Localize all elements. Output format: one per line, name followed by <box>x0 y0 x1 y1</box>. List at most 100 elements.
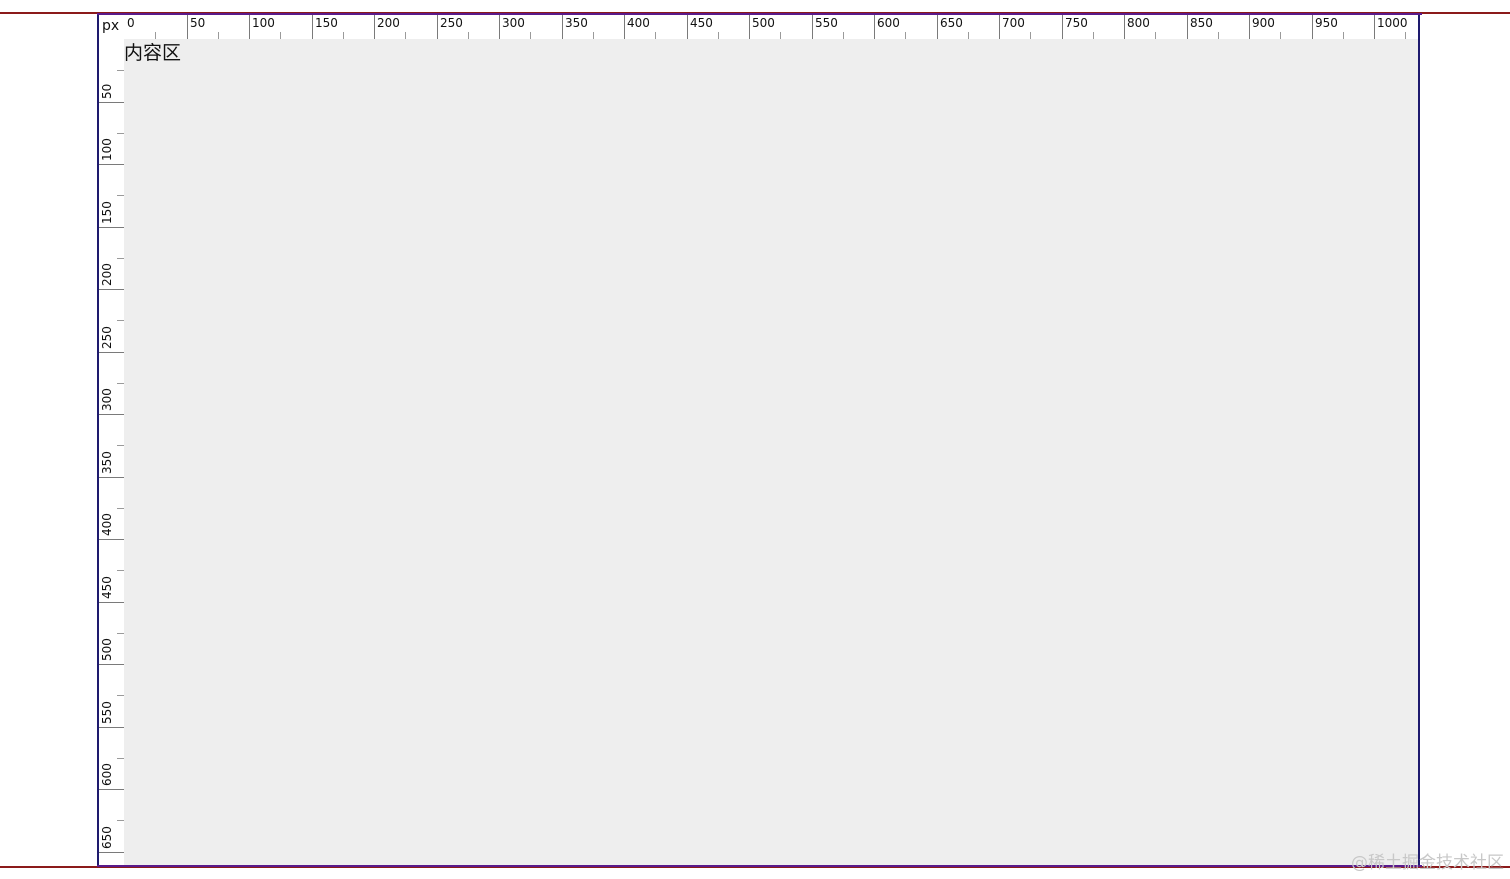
ruler-top-major-tick <box>312 15 313 39</box>
ruler-left-label: 250 <box>100 326 114 349</box>
container-bottom-border <box>97 865 1422 867</box>
ruler-left-label: 350 <box>100 451 114 474</box>
ruler-top-major-tick <box>874 15 875 39</box>
ruler-top-minor-tick <box>1405 32 1406 39</box>
ruler-top-label: 300 <box>502 16 525 30</box>
ruler-top-minor-tick <box>968 32 969 39</box>
ruler-top-label: 400 <box>627 16 650 30</box>
ruler-top-minor-tick <box>530 32 531 39</box>
ruler-left-minor-tick <box>117 258 124 259</box>
ruler-top-minor-tick <box>905 32 906 39</box>
ruler-left-major-tick <box>99 414 124 415</box>
ruler-top-major-tick <box>1374 15 1375 39</box>
ruler-left-major-tick <box>99 352 124 353</box>
ruler-top-minor-tick <box>843 32 844 39</box>
ruler-left-label: 100 <box>100 138 114 161</box>
ruler-top-major-tick <box>999 15 1000 39</box>
ruler-left-major-tick <box>99 477 124 478</box>
ruler-top-label: 0 <box>127 16 135 30</box>
ruler-left-minor-tick <box>117 320 124 321</box>
ruler-top-minor-tick <box>1218 32 1219 39</box>
ruler-top-label: 900 <box>1252 16 1275 30</box>
ruler-top-label: 100 <box>252 16 275 30</box>
ruler-left-label: 150 <box>100 201 114 224</box>
content-area-label: 内容区 <box>124 42 182 64</box>
ruler-left-major-tick <box>99 227 124 228</box>
ruler-left-major-tick <box>99 539 124 540</box>
ruler-top-label: 500 <box>752 16 775 30</box>
ruler-left-major-tick <box>99 664 124 665</box>
ruler-top-major-tick <box>1062 15 1063 39</box>
ruler-top-major-tick <box>687 15 688 39</box>
ruler-corner: px <box>99 15 124 39</box>
ruler-left-minor-tick <box>117 195 124 196</box>
ruler-left-label: 500 <box>100 638 114 661</box>
ruler-top-label: 200 <box>377 16 400 30</box>
ruler-left-major-tick <box>99 602 124 603</box>
ruler-top-label: 1000 <box>1377 16 1408 30</box>
ruler-unit-label: px <box>102 18 120 34</box>
horizontal-ruler: 0 50 100 150 200 250 300 350 400 450 500 550 600 650 7… <box>124 15 1418 39</box>
ruler-top-minor-tick <box>1093 32 1094 39</box>
ruler-top-minor-tick <box>1280 32 1281 39</box>
canvas: px 0 50 100 150 200 250 300 350 400 450 500 550 600 6… <box>0 0 1510 879</box>
ruler-top-minor-tick <box>655 32 656 39</box>
ruler-left-minor-tick <box>117 445 124 446</box>
ruler-top-minor-tick <box>405 32 406 39</box>
ruler-top-label: 850 <box>1190 16 1213 30</box>
ruler-left-major-tick <box>99 164 124 165</box>
ruler-top-label: 350 <box>565 16 588 30</box>
ruler-top-label: 50 <box>190 16 206 30</box>
ruler-top-major-tick <box>437 15 438 39</box>
ruler-left-label: 650 <box>100 826 114 849</box>
ruler-top-minor-tick <box>1343 32 1344 39</box>
ruler-top-major-tick <box>749 15 750 39</box>
ruler-left-label: 550 <box>100 701 114 724</box>
ruler-top-label: 700 <box>1002 16 1025 30</box>
ruler-left-major-tick <box>99 727 124 728</box>
ruler-top-major-tick <box>937 15 938 39</box>
content-area: 内容区 <box>124 39 1418 865</box>
ruler-top-major-tick <box>187 15 188 39</box>
ruler-left-minor-tick <box>117 820 124 821</box>
ruler-top-major-tick <box>499 15 500 39</box>
ruler-left-minor-tick <box>117 695 124 696</box>
ruler-left-minor-tick <box>117 133 124 134</box>
ruler-left-major-tick <box>99 789 124 790</box>
ruler-left-minor-tick <box>117 570 124 571</box>
ruler-top-major-tick <box>1249 15 1250 39</box>
ruler-top-major-tick <box>624 15 625 39</box>
ruler-top-label: 950 <box>1315 16 1338 30</box>
ruler-left-major-tick <box>99 852 124 853</box>
container-right-border <box>1418 13 1420 867</box>
ruler-top-label: 650 <box>940 16 963 30</box>
ruler-top-minor-tick <box>593 32 594 39</box>
ruler-top-major-tick <box>1124 15 1125 39</box>
watermark: @稀土掘金技术社区 <box>1351 853 1504 873</box>
ruler-left-label: 450 <box>100 576 114 599</box>
ruler-top-label: 750 <box>1065 16 1088 30</box>
ruler-top-major-tick <box>249 15 250 39</box>
ruler-top-minor-tick <box>343 32 344 39</box>
ruler-top-major-tick <box>374 15 375 39</box>
vertical-ruler: 50 100 150 200 250 300 350 400 450 500 550 600 650 <box>99 39 124 865</box>
ruler-top-minor-tick <box>468 32 469 39</box>
ruler-top-minor-tick <box>280 32 281 39</box>
ruler-top-major-tick <box>812 15 813 39</box>
ruler-left-major-tick <box>99 102 124 103</box>
ruler-left-label: 50 <box>100 83 114 99</box>
ruler-top-label: 800 <box>1127 16 1150 30</box>
ruler-top-major-tick <box>1187 15 1188 39</box>
ruler-left-label: 200 <box>100 263 114 286</box>
ruler-left-minor-tick <box>117 383 124 384</box>
ruler-top-minor-tick <box>1155 32 1156 39</box>
ruler-left-label: 600 <box>100 763 114 786</box>
ruler-left-minor-tick <box>117 633 124 634</box>
ruler-top-minor-tick <box>155 32 156 39</box>
ruler-top-minor-tick <box>1030 32 1031 39</box>
ruler-top-label: 550 <box>815 16 838 30</box>
ruler-top-label: 250 <box>440 16 463 30</box>
ruler-top-label: 600 <box>877 16 900 30</box>
ruler-top-label: 150 <box>315 16 338 30</box>
ruler-left-minor-tick <box>117 508 124 509</box>
